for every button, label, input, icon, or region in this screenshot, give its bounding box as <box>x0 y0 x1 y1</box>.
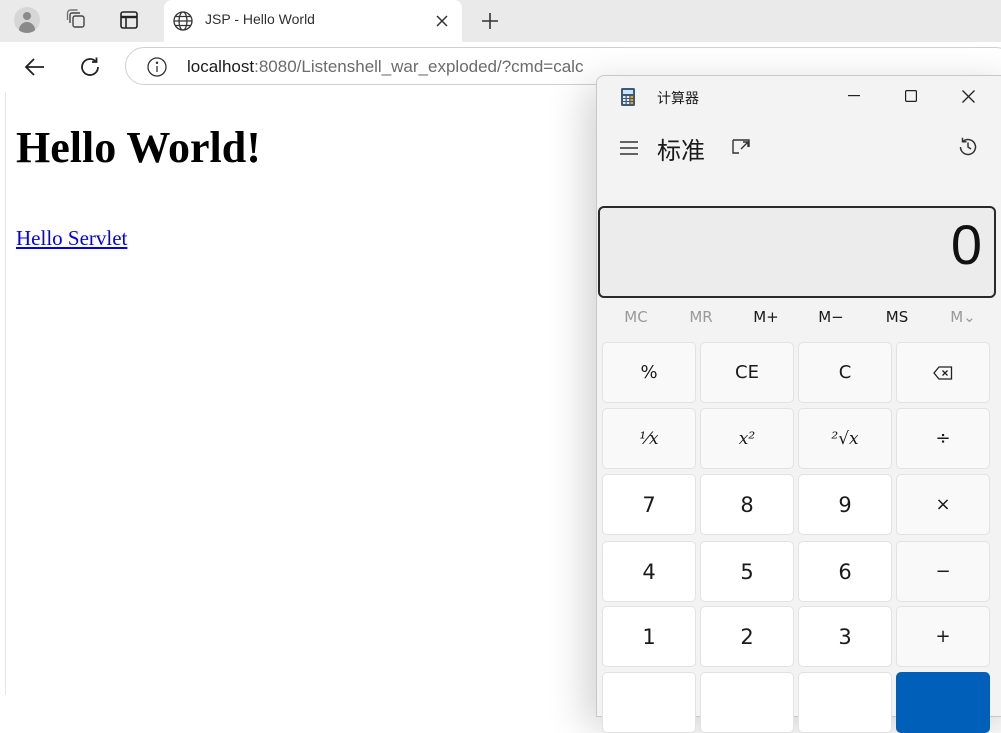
digit-7-label: 7 <box>642 492 656 517</box>
hamburger-icon <box>620 141 638 155</box>
digit-9-button[interactable]: 9 <box>798 474 892 535</box>
clear-label: C <box>838 362 852 383</box>
tab-title: JSP - Hello World <box>205 11 315 27</box>
profile-button[interactable] <box>10 4 44 36</box>
digit-3-label: 3 <box>838 624 852 649</box>
add-button[interactable]: + <box>896 606 990 667</box>
memory-clear-button[interactable]: MC <box>606 308 666 326</box>
display-value: 0 <box>950 213 982 276</box>
close-icon <box>436 15 448 27</box>
new-tab-button[interactable] <box>474 6 506 36</box>
memory-list-button[interactable]: M⌄ <box>933 308 993 326</box>
keep-on-top-icon <box>732 139 750 154</box>
keep-on-top-button[interactable] <box>729 134 753 160</box>
memory-recall-button[interactable]: MR <box>671 308 731 326</box>
multiply-button[interactable]: × <box>896 474 990 535</box>
backspace-button[interactable] <box>896 342 990 403</box>
digit-4-label: 4 <box>642 559 656 584</box>
clear-entry-button[interactable]: CE <box>700 342 794 403</box>
digit-9-label: 9 <box>838 492 852 517</box>
minimize-button[interactable] <box>831 82 877 110</box>
digit-7-button[interactable]: 7 <box>602 474 696 535</box>
url-text: localhost:8080/Listenshell_war_exploded/… <box>187 57 583 77</box>
plus-icon <box>482 13 498 29</box>
tab-close-button[interactable] <box>432 11 452 31</box>
profile-avatar-icon <box>14 7 40 33</box>
digit-3-button[interactable]: 3 <box>798 606 892 667</box>
square-root-button[interactable]: ²√x <box>798 408 892 469</box>
digit-4-button[interactable]: 4 <box>602 541 696 602</box>
calculator-mode-title: 标准 <box>657 137 705 165</box>
calculator-window: 计算器 标准 0 MC MR M+ M− MS M⌄ % CE C ¹⁄x x²… <box>596 75 1001 733</box>
vertical-tabs-icon <box>120 11 138 29</box>
negate-button[interactable] <box>602 672 696 733</box>
subtract-label: − <box>935 561 951 582</box>
memory-row: MC MR M+ M− MS M⌄ <box>600 306 994 332</box>
back-button[interactable] <box>17 50 53 84</box>
maximize-button[interactable] <box>888 82 934 110</box>
arrow-left-icon <box>24 58 44 76</box>
history-icon <box>959 137 977 156</box>
subtract-button[interactable]: − <box>896 541 990 602</box>
browser-tab-bar: JSP - Hello World <box>0 0 1001 42</box>
decimal-button[interactable] <box>798 672 892 733</box>
percent-label: % <box>640 362 658 383</box>
backspace-icon <box>933 365 953 380</box>
digit-1-label: 1 <box>642 624 656 649</box>
tab-jsp-hello-world[interactable]: JSP - Hello World <box>164 0 462 42</box>
equals-button[interactable] <box>896 672 990 733</box>
digit-2-label: 2 <box>740 624 754 649</box>
multiply-label: × <box>935 494 951 515</box>
digit-6-button[interactable]: 6 <box>798 541 892 602</box>
hello-servlet-link[interactable]: Hello Servlet <box>16 226 127 251</box>
workspaces-icon <box>66 9 85 28</box>
digit-8-label: 8 <box>740 492 754 517</box>
history-button[interactable] <box>954 133 982 161</box>
window-close-button[interactable] <box>945 82 991 110</box>
square-root-label: ²√x <box>831 428 859 449</box>
digit-6-label: 6 <box>838 559 852 584</box>
close-icon <box>961 89 975 103</box>
square-label: x² <box>738 428 756 449</box>
memory-store-button[interactable]: MS <box>867 308 927 326</box>
workspaces-button[interactable] <box>60 4 94 36</box>
digit-5-label: 5 <box>740 559 754 584</box>
calculator-title: 计算器 <box>657 91 699 107</box>
minimize-icon <box>848 95 860 97</box>
digit-8-button[interactable]: 8 <box>700 474 794 535</box>
percent-button[interactable]: % <box>602 342 696 403</box>
clear-button[interactable]: C <box>798 342 892 403</box>
reload-button[interactable] <box>72 50 108 84</box>
reciprocal-button[interactable]: ¹⁄x <box>602 408 696 469</box>
calculator-display: 0 <box>598 206 996 298</box>
vertical-tabs-button[interactable] <box>112 4 146 36</box>
url-path: :8080/Listenshell_war_exploded/?cmd=calc <box>254 57 584 76</box>
url-host: localhost <box>187 57 255 76</box>
divide-label: ÷ <box>935 428 951 449</box>
globe-icon <box>173 11 193 31</box>
site-info-icon <box>147 57 167 77</box>
digit-1-button[interactable]: 1 <box>602 606 696 667</box>
calculator-app-icon <box>621 88 635 106</box>
digit-0-button[interactable] <box>700 672 794 733</box>
navigation-menu-button[interactable] <box>615 134 643 162</box>
divide-button[interactable]: ÷ <box>896 408 990 469</box>
memory-subtract-button[interactable]: M− <box>801 308 861 326</box>
page-heading: Hello World! <box>16 123 261 172</box>
reciprocal-label: ¹⁄x <box>639 428 659 449</box>
maximize-icon <box>905 90 917 102</box>
digit-2-button[interactable]: 2 <box>700 606 794 667</box>
digit-5-button[interactable]: 5 <box>700 541 794 602</box>
clear-entry-label: CE <box>735 362 759 383</box>
reload-icon <box>81 57 99 76</box>
square-button[interactable]: x² <box>700 408 794 469</box>
add-label: + <box>935 626 951 647</box>
memory-add-button[interactable]: M+ <box>736 308 796 326</box>
